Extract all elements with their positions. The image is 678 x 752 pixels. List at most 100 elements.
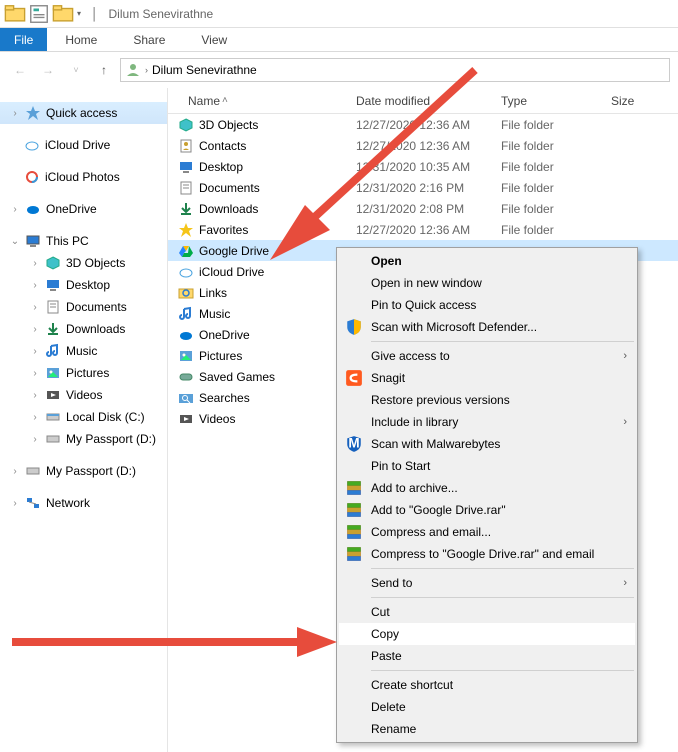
file-icon — [178, 243, 194, 259]
menu-item[interactable]: Snagit — [339, 367, 635, 389]
menu-item[interactable]: Open — [339, 250, 635, 272]
sidebar-pc-item[interactable]: ›Downloads — [0, 318, 167, 340]
onedrive-icon — [25, 201, 41, 217]
file-icon — [178, 117, 194, 133]
this-pc-icon — [25, 233, 41, 249]
tab-view[interactable]: View — [183, 28, 245, 51]
tree-arrow-icon[interactable]: › — [10, 108, 20, 119]
menu-item-label: Delete — [371, 700, 406, 714]
sidebar-my-passport[interactable]: › My Passport (D:) — [0, 460, 167, 482]
tree-arrow-icon[interactable]: › — [10, 498, 20, 509]
menu-item[interactable]: Give access to› — [339, 345, 635, 367]
menu-item[interactable]: Scan with Microsoft Defender... — [339, 316, 635, 338]
sidebar-pc-item[interactable]: › Desktop — [0, 274, 167, 296]
icloud-photos-icon — [24, 169, 40, 185]
qat-dropdown-icon[interactable]: ▾ — [77, 9, 81, 18]
file-name: Desktop — [199, 160, 243, 174]
tree-arrow-icon[interactable]: › — [10, 204, 20, 215]
nav-back-button[interactable]: ← — [8, 58, 32, 82]
sidebar-pc-item[interactable]: ›Videos — [0, 384, 167, 406]
sidebar-network[interactable]: › Network — [0, 492, 167, 514]
file-row[interactable]: Contacts12/27/2020 12:36 AMFile folder — [168, 135, 678, 156]
sidebar-this-pc[interactable]: ⌄ This PC — [0, 230, 167, 252]
menu-item[interactable]: Compress and email... — [339, 521, 635, 543]
file-date: 12/31/2020 2:08 PM — [348, 202, 493, 216]
sidebar-quick-access[interactable]: › Quick access — [0, 102, 167, 124]
menu-item[interactable]: Cut — [339, 601, 635, 623]
tree-arrow-icon[interactable]: › — [30, 434, 40, 445]
column-name[interactable]: Name˄ — [168, 94, 348, 108]
sidebar-pc-item[interactable]: ›Pictures — [0, 362, 167, 384]
sidebar-pc-item[interactable]: ›Music — [0, 340, 167, 362]
nav-up-button[interactable]: ↑ — [92, 58, 116, 82]
menu-item[interactable]: MScan with Malwarebytes — [339, 433, 635, 455]
file-row[interactable]: Desktop12/31/2020 10:35 AMFile folder — [168, 156, 678, 177]
breadcrumb-current[interactable]: Dilum Senevirathne — [152, 63, 257, 77]
tab-home[interactable]: Home — [47, 28, 115, 51]
menu-item[interactable]: Restore previous versions — [339, 389, 635, 411]
rar-icon — [345, 501, 363, 519]
column-date[interactable]: Date modified — [348, 94, 493, 108]
user-folder-icon — [125, 62, 141, 78]
menu-item-label: Open in new window — [371, 276, 482, 290]
menu-item[interactable]: Delete — [339, 696, 635, 718]
menu-separator — [371, 597, 634, 598]
breadcrumb[interactable]: › Dilum Senevirathne — [120, 58, 670, 82]
menu-item[interactable]: Create shortcut — [339, 674, 635, 696]
menu-item[interactable]: Paste — [339, 645, 635, 667]
tree-arrow-icon[interactable]: › — [30, 368, 40, 379]
tree-arrow-icon[interactable]: › — [30, 302, 40, 313]
menu-item[interactable]: Rename — [339, 718, 635, 740]
sidebar-pc-item[interactable]: › 3D Objects — [0, 252, 167, 274]
qat-new-folder-icon[interactable] — [52, 3, 74, 25]
sidebar-icloud-photos[interactable]: iCloud Photos — [0, 166, 167, 188]
title-bar: ▾ │ Dilum Senevirathne — [0, 0, 678, 28]
menu-item[interactable]: Pin to Quick access — [339, 294, 635, 316]
tree-arrow-icon[interactable]: › — [30, 280, 40, 291]
menu-item[interactable]: Compress to "Google Drive.rar" and email — [339, 543, 635, 565]
menu-item-label: Open — [371, 254, 402, 268]
file-row[interactable]: 3D Objects12/27/2020 12:36 AMFile folder — [168, 114, 678, 135]
sidebar-pc-item[interactable]: ›My Passport (D:) — [0, 428, 167, 450]
tree-arrow-icon[interactable]: › — [10, 466, 20, 477]
menu-item[interactable]: Copy — [339, 623, 635, 645]
tree-arrow-icon[interactable]: › — [30, 258, 40, 269]
folder-icon — [45, 387, 61, 403]
nav-forward-button[interactable]: → — [36, 58, 60, 82]
menu-item[interactable]: Add to "Google Drive.rar" — [339, 499, 635, 521]
menu-item-label: Scan with Microsoft Defender... — [371, 320, 537, 334]
menu-item-label: Copy — [371, 627, 399, 641]
menu-item[interactable]: Send to› — [339, 572, 635, 594]
menu-item[interactable]: Pin to Start — [339, 455, 635, 477]
file-tab[interactable]: File — [0, 28, 47, 51]
nav-recent-dropdown[interactable]: ˅ — [64, 58, 88, 82]
menu-item[interactable]: Open in new window — [339, 272, 635, 294]
file-icon — [178, 390, 194, 406]
tree-arrow-icon[interactable]: › — [30, 324, 40, 335]
sidebar-onedrive[interactable]: › OneDrive — [0, 198, 167, 220]
tree-arrow-icon[interactable]: › — [30, 346, 40, 357]
file-icon — [178, 327, 194, 343]
tree-arrow-icon[interactable]: ⌄ — [10, 236, 20, 247]
sidebar-icloud-drive[interactable]: iCloud Drive — [0, 134, 167, 156]
column-size[interactable]: Size — [603, 94, 678, 108]
tree-arrow-icon[interactable]: › — [30, 412, 40, 423]
sidebar-pc-item[interactable]: ›Documents — [0, 296, 167, 318]
qat-properties-icon[interactable] — [28, 3, 50, 25]
quick-access-icon — [25, 105, 41, 121]
menu-item[interactable]: Add to archive... — [339, 477, 635, 499]
sidebar-item-label: Desktop — [66, 278, 110, 292]
tab-share[interactable]: Share — [115, 28, 183, 51]
sidebar-pc-item[interactable]: ›Local Disk (C:) — [0, 406, 167, 428]
file-row[interactable]: Downloads12/31/2020 2:08 PMFile folder — [168, 198, 678, 219]
icloud-drive-icon — [24, 137, 40, 153]
sidebar-item-label: 3D Objects — [66, 256, 125, 270]
qat-file-explorer-icon[interactable] — [4, 3, 26, 25]
tree-arrow-icon[interactable]: › — [30, 390, 40, 401]
submenu-arrow-icon: › — [623, 350, 627, 362]
menu-item[interactable]: Include in library› — [339, 411, 635, 433]
file-row[interactable]: Documents12/31/2020 2:16 PMFile folder — [168, 177, 678, 198]
file-icon — [178, 411, 194, 427]
column-type[interactable]: Type — [493, 94, 603, 108]
file-row[interactable]: Favorites12/27/2020 12:36 AMFile folder — [168, 219, 678, 240]
